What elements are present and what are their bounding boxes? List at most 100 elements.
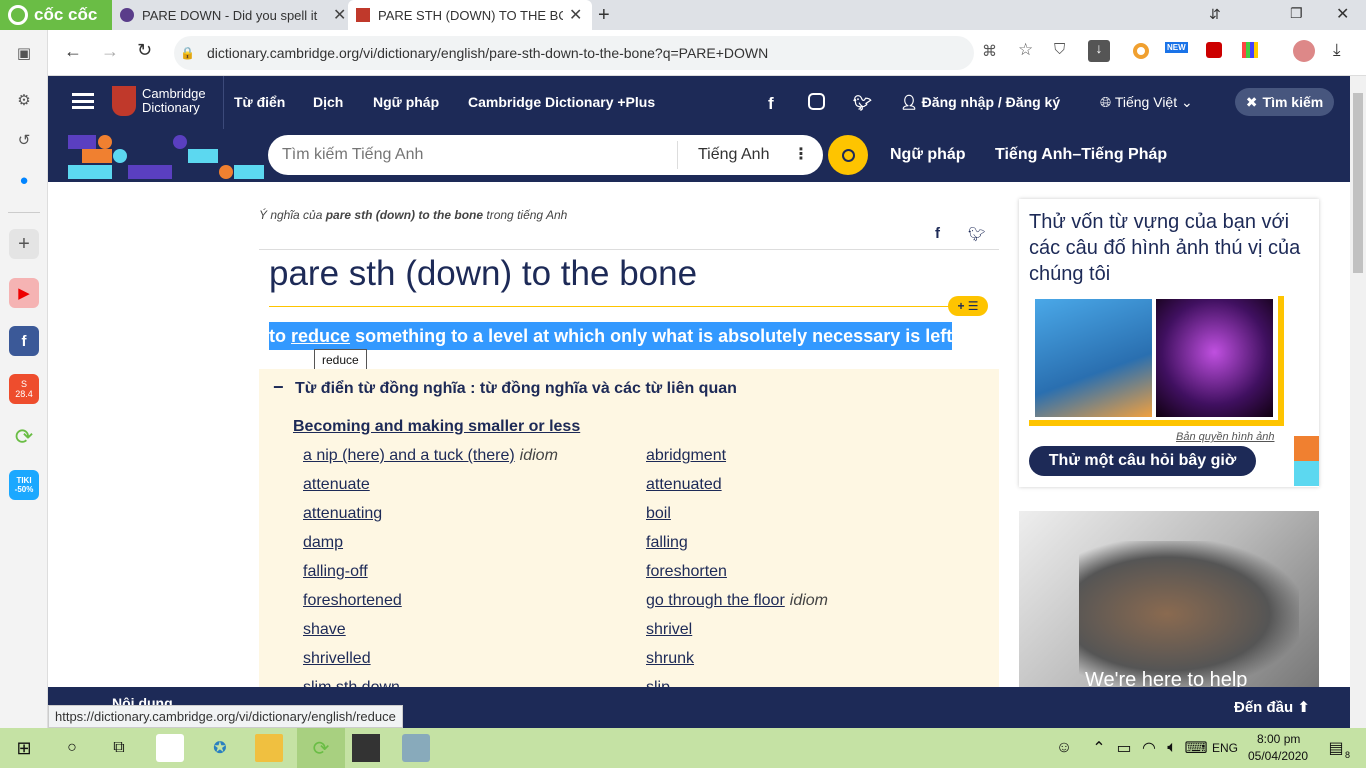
extension-new-icon[interactable]: NEW bbox=[1165, 42, 1188, 53]
synonym-link[interactable]: attenuated bbox=[646, 476, 722, 493]
add-to-list-button[interactable]: + ☰ bbox=[948, 296, 988, 316]
synonym-link[interactable]: falling-off bbox=[303, 563, 368, 580]
maximize-icon[interactable]: ❐ bbox=[1290, 5, 1303, 22]
quiz-image-frame[interactable] bbox=[1029, 296, 1284, 426]
sidebar-toggle-icon[interactable]: ▣ bbox=[9, 38, 39, 68]
extension-colors-icon[interactable] bbox=[1242, 42, 1258, 58]
thesaurus-heading[interactable]: Becoming and making smaller or less bbox=[293, 418, 580, 436]
back-to-top-link[interactable]: Đến đầu ⬆ bbox=[1234, 698, 1310, 716]
keyboard-icon[interactable]: ⌨ bbox=[1182, 734, 1210, 762]
file-explorer-icon[interactable] bbox=[255, 734, 283, 762]
synonym-link[interactable]: slim sth down bbox=[303, 679, 400, 687]
def-link-reduce[interactable]: reduce bbox=[291, 326, 350, 346]
restore-tabs-icon[interactable]: ⇵ bbox=[1209, 6, 1221, 23]
synonym-link[interactable]: shrunk bbox=[646, 650, 694, 667]
coccoc-logo[interactable]: cốc cốc bbox=[0, 0, 112, 30]
messenger-icon[interactable]: ● bbox=[9, 165, 39, 195]
synonym-link[interactable]: shave bbox=[303, 621, 346, 638]
login-link[interactable]: 👤︎ Đăng nhập / Đăng ký bbox=[900, 94, 1060, 111]
shield-icon[interactable]: ⛉ bbox=[1054, 41, 1065, 58]
synonym-link[interactable]: damp bbox=[303, 534, 343, 551]
synonym-link[interactable]: a nip (here) and a tuck (there) bbox=[303, 447, 515, 464]
synonym-link[interactable]: foreshortened bbox=[303, 592, 402, 609]
quiz-button[interactable]: Thử một câu hỏi bây giờ bbox=[1029, 446, 1256, 476]
nav-plus[interactable]: Cambridge Dictionary +Plus bbox=[468, 94, 655, 110]
bookmark-star-icon[interactable]: ☆ bbox=[1018, 40, 1033, 60]
collapse-icon[interactable]: − bbox=[273, 377, 284, 398]
scrollbar-thumb[interactable] bbox=[1353, 93, 1363, 273]
share-twitter-icon[interactable]: 🐦︎ bbox=[968, 226, 986, 243]
nav-translate[interactable]: Dịch bbox=[313, 94, 343, 110]
nav-grammar[interactable]: Ngữ pháp bbox=[373, 94, 439, 110]
battery-icon[interactable]: ▭ bbox=[1110, 734, 1138, 762]
language-selector[interactable]: 🌐︎ Tiếng Việt ⌄ bbox=[1100, 94, 1193, 111]
share-facebook-icon[interactable]: f bbox=[935, 225, 940, 242]
downloads-icon[interactable]: ⤓ bbox=[1333, 40, 1341, 60]
english-french-link[interactable]: Tiếng Anh–Tiếng Pháp bbox=[995, 146, 1167, 164]
back-icon[interactable]: ← bbox=[64, 41, 82, 62]
close-tab-icon[interactable]: ✕ bbox=[569, 5, 582, 25]
app-icon-3[interactable] bbox=[402, 734, 430, 762]
thesaurus-title[interactable]: Từ điển từ đồng nghĩa : từ đồng nghĩa và… bbox=[295, 380, 737, 398]
people-icon[interactable]: ☺ bbox=[1050, 734, 1078, 762]
profile-avatar[interactable] bbox=[1293, 40, 1315, 62]
synonym-link[interactable]: shrivelled bbox=[303, 650, 371, 667]
instagram-icon[interactable] bbox=[808, 93, 825, 110]
tiki-icon[interactable]: TIKI -50% bbox=[9, 470, 39, 500]
add-app-icon[interactable]: + bbox=[9, 229, 39, 259]
download-page-icon[interactable]: ↓ bbox=[1088, 40, 1110, 62]
close-window-icon[interactable]: ✕ bbox=[1336, 4, 1349, 24]
synonym-link[interactable]: falling bbox=[646, 534, 688, 551]
facebook-icon[interactable]: f bbox=[768, 94, 774, 114]
grammar-link[interactable]: Ngữ pháp bbox=[890, 146, 966, 164]
url-text[interactable]: dictionary.cambridge.org/vi/dictionary/e… bbox=[207, 45, 768, 61]
synonym-link[interactable]: attenuate bbox=[303, 476, 370, 493]
menu-hamburger-icon[interactable] bbox=[72, 93, 94, 109]
coccoc-leaf-icon[interactable]: ⟳ bbox=[9, 422, 39, 452]
tab-pare-sth[interactable]: PARE STH (DOWN) TO THE BONE ✕ bbox=[348, 0, 592, 30]
synonym-link[interactable]: shrivel bbox=[646, 621, 692, 638]
more-options-icon[interactable]: ⋮ bbox=[793, 144, 809, 164]
search-input[interactable] bbox=[282, 141, 672, 169]
translate-icon[interactable]: ⌘ bbox=[982, 42, 997, 60]
sticky-notes-icon[interactable] bbox=[352, 734, 380, 762]
forward-icon[interactable]: → bbox=[101, 41, 119, 62]
tab-pare-down[interactable]: PARE DOWN - Did you spell it ✕ bbox=[112, 0, 348, 30]
cambridge-logo[interactable]: Cambridge Dictionary bbox=[112, 86, 206, 116]
tray-chevron-icon[interactable]: ⌃ bbox=[1085, 734, 1113, 762]
task-view-icon[interactable]: ⧉ bbox=[105, 734, 133, 762]
synonym-link[interactable]: go through the floor bbox=[646, 592, 785, 609]
extension-rainbow-icon[interactable] bbox=[1133, 43, 1149, 59]
notifications-icon[interactable]: ▤ 8 bbox=[1322, 734, 1350, 762]
windows-start-icon[interactable]: ⊞ bbox=[10, 734, 38, 762]
clock-date[interactable]: 05/04/2020 bbox=[1248, 749, 1308, 763]
synonym-link[interactable]: boil bbox=[646, 505, 671, 522]
twitter-icon[interactable]: 🐦︎ bbox=[853, 94, 872, 112]
url-field[interactable]: 🔒 dictionary.cambridge.org/vi/dictionary… bbox=[174, 36, 974, 70]
synonym-link[interactable]: slip bbox=[646, 679, 670, 687]
history-icon[interactable]: ↺ bbox=[9, 125, 39, 155]
app-icon-2[interactable]: ✪ bbox=[206, 734, 234, 762]
shopee-icon[interactable]: S 28.4 bbox=[9, 374, 39, 404]
search-circle-icon[interactable]: ○ bbox=[58, 734, 86, 762]
app-icon-1[interactable] bbox=[156, 734, 184, 762]
synonym-link[interactable]: attenuating bbox=[303, 505, 382, 522]
synonym-link[interactable]: abridgment bbox=[646, 447, 726, 464]
clock-time[interactable]: 8:00 pm bbox=[1257, 732, 1300, 746]
settings-icon[interactable]: ⚙ bbox=[9, 85, 39, 115]
image-copyright[interactable]: Bản quyền hình ảnh bbox=[1176, 431, 1274, 443]
page-scrollbar[interactable] bbox=[1350, 76, 1366, 728]
facebook-icon[interactable]: f bbox=[9, 326, 39, 356]
coccoc-taskbar-icon[interactable]: ⟳ bbox=[297, 728, 345, 768]
extension-red-icon[interactable] bbox=[1206, 42, 1222, 58]
reload-icon[interactable]: ↻ bbox=[137, 40, 152, 61]
new-tab-icon[interactable]: + bbox=[598, 4, 610, 27]
nav-dictionary[interactable]: Từ điển bbox=[234, 94, 285, 110]
search-button[interactable] bbox=[828, 135, 868, 175]
dictionary-selector[interactable]: Tiếng Anh bbox=[698, 146, 769, 164]
synonym-link[interactable]: foreshorten bbox=[646, 563, 727, 580]
language-indicator[interactable]: ENG bbox=[1212, 741, 1238, 755]
youtube-icon[interactable]: ▶ bbox=[9, 278, 39, 308]
ad-banner[interactable]: We're here to help bbox=[1019, 511, 1319, 687]
close-tab-icon[interactable]: ✕ bbox=[333, 5, 346, 25]
